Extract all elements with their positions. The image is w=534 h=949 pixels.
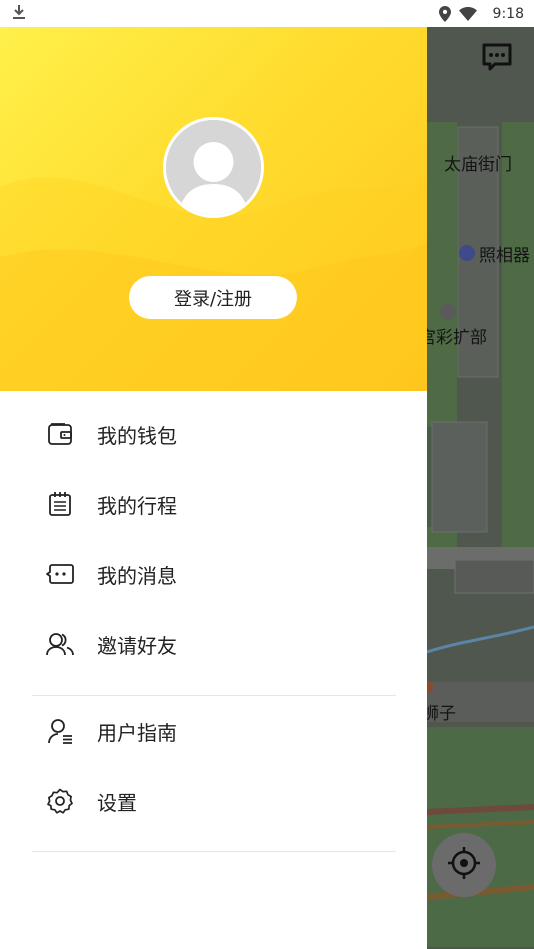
user-guide-icon <box>46 717 74 745</box>
map-label: 宫彩扩部 <box>427 328 487 348</box>
map-label: 太庙街门 <box>444 155 512 175</box>
menu-item-user-guide[interactable]: 用户指南 <box>0 696 427 766</box>
drawer-header: 登录/注册 <box>0 27 427 391</box>
navigation-drawer: 登录/注册 我的钱包 我的行程 我的消息 邀请好友 用户指南 设置 <box>0 27 427 949</box>
menu-item-label: 邀请好友 <box>97 633 177 658</box>
menu-item-label: 我的消息 <box>97 563 177 588</box>
map-label: 照相器 <box>479 246 530 266</box>
location-pin-icon <box>438 5 451 22</box>
menu-item-invite[interactable]: 邀请好友 <box>0 609 427 679</box>
chat-bubble-icon <box>482 43 512 75</box>
menu-item-label: 我的行程 <box>97 493 177 518</box>
map-label: 狮子 <box>427 704 456 724</box>
gear-icon <box>46 787 74 815</box>
calendar-list-icon <box>46 490 74 518</box>
wifi-icon <box>458 6 477 21</box>
menu-item-label: 我的钱包 <box>97 423 177 448</box>
download-icon <box>12 4 26 24</box>
menu-item-label: 用户指南 <box>97 720 177 745</box>
map-view[interactable]: 太庙街门 照相器 宫彩扩部 狮子 <box>427 27 534 949</box>
status-time: 9:18 <box>492 5 524 22</box>
menu-item-messages[interactable]: 我的消息 <box>0 539 427 609</box>
locate-button[interactable] <box>432 833 496 897</box>
login-register-button[interactable]: 登录/注册 <box>129 276 297 319</box>
crosshair-icon <box>447 846 481 884</box>
menu-divider <box>32 851 396 852</box>
status-bar: 9:18 <box>0 0 534 27</box>
menu-item-label: 设置 <box>97 790 137 815</box>
message-button[interactable] <box>481 43 513 75</box>
users-icon <box>46 630 74 658</box>
menu-item-wallet[interactable]: 我的钱包 <box>0 399 427 469</box>
avatar[interactable] <box>163 117 264 218</box>
menu-item-settings[interactable]: 设置 <box>0 766 427 836</box>
menu-item-trips[interactable]: 我的行程 <box>0 469 427 539</box>
message-icon <box>46 560 74 588</box>
default-avatar-icon <box>166 120 261 215</box>
wallet-icon <box>46 420 74 448</box>
